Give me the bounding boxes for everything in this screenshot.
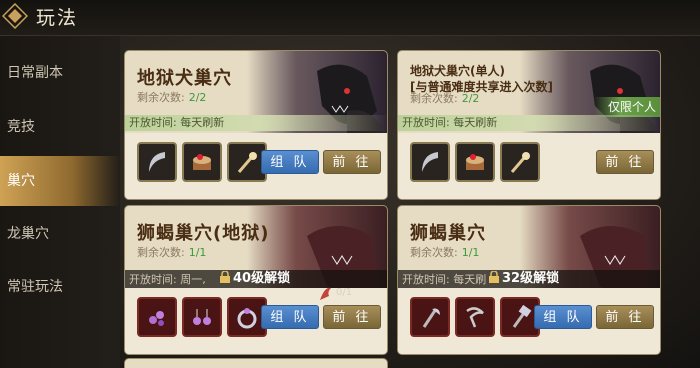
team-up-button[interactable]: 组 队: [261, 305, 319, 329]
reward-slot[interactable]: [500, 142, 540, 182]
sidebar: 日常副本 竞技 巢穴 龙巢穴 常驻玩法: [0, 36, 120, 368]
go-button[interactable]: 前 往: [323, 305, 381, 329]
remaining-count: 剩余次数: 2/2: [410, 92, 480, 105]
sidebar-item-nest[interactable]: 巢穴: [0, 156, 120, 206]
axe-icon: [422, 308, 440, 328]
cake-icon: [193, 154, 211, 170]
card-title: 狮蝎巢穴: [410, 223, 486, 244]
remaining-count: 剩余次数: 2/2: [137, 91, 207, 104]
counter-icon: [320, 287, 331, 300]
lock-icon: [220, 271, 230, 283]
gems-icon: [149, 311, 164, 326]
open-time: 开放时间: 每天刷新: [398, 115, 660, 131]
open-time: 开放时间: 每天刷新: [125, 115, 387, 131]
lock-bar: 开放时间: 周一, 40级解锁: [125, 270, 387, 288]
reward-slot[interactable]: [410, 297, 450, 337]
extra-counter: 0/1: [336, 287, 353, 298]
cake-icon: [466, 154, 484, 170]
remaining-count: 剩余次数: 1/1: [410, 246, 480, 259]
go-button[interactable]: 前 往: [323, 150, 381, 174]
nest-card-hellhound: 地狱犬巢穴 剩余次数: 2/2 开放时间: 每天刷新 组 队 前 往: [124, 50, 388, 200]
lock-label: 32级解锁: [489, 270, 559, 288]
nest-card-hellhound-solo: 地狱犬巢穴(单人) [与普通难度共享进入次数] 剩余次数: 2/2 仅限个人 开放时…: [397, 50, 661, 200]
sidebar-item-permanent-modes[interactable]: 常驻玩法: [0, 262, 120, 312]
open-time: 开放时间: 周一,: [129, 273, 206, 286]
remaining-count: 剩余次数: 1/1: [137, 246, 207, 259]
reward-slot[interactable]: [137, 142, 177, 182]
lock-icon: [489, 271, 499, 283]
reward-slot[interactable]: [410, 142, 450, 182]
card-title: 地狱犬巢穴: [137, 68, 232, 89]
reward-slot[interactable]: [455, 142, 495, 182]
card-footer: 组 队 前 往: [125, 133, 387, 199]
nest-card-manticore-hell: 狮蝎巢穴(地狱) 剩余次数: 1/1 开放时间: 周一, 40级解锁 组 队 前 …: [124, 205, 388, 355]
sidebar-item-arena[interactable]: 竞技: [0, 102, 120, 152]
go-button[interactable]: 前 往: [596, 305, 654, 329]
nest-card-manticore: 狮蝎巢穴 剩余次数: 1/1 开放时间: 每天刷 32级解锁 组 队 前 往: [397, 205, 661, 355]
top-bar: 玩法: [0, 0, 700, 36]
reward-slot[interactable]: [182, 297, 222, 337]
card-title: 狮蝎巢穴(地狱): [137, 223, 270, 244]
lock-bar: 开放时间: 每天刷 32级解锁: [398, 270, 660, 288]
go-button[interactable]: 前 往: [596, 150, 654, 174]
wand-icon: [237, 152, 257, 173]
page-title: 玩法: [36, 7, 79, 29]
sidebar-item-daily-dungeon[interactable]: 日常副本: [0, 48, 120, 98]
lock-label: 40级解锁: [220, 270, 290, 288]
claw-icon: [422, 152, 438, 172]
team-up-button[interactable]: 组 队: [534, 305, 592, 329]
card-footer: 前 往: [398, 133, 660, 199]
card-footer: 组 队 前 往: [398, 288, 660, 354]
team-up-button[interactable]: 组 队: [261, 150, 319, 174]
card-footer: 组 队 前 往: [125, 288, 387, 354]
reward-slot[interactable]: [137, 297, 177, 337]
sickle-icon: [466, 307, 484, 328]
ring-icon: [237, 308, 257, 329]
claw-icon: [149, 152, 165, 172]
wand-icon: [510, 152, 530, 173]
sidebar-item-dragon-nest[interactable]: 龙巢穴: [0, 209, 120, 259]
back-logo-icon[interactable]: [2, 3, 28, 29]
solo-only-badge: 仅限个人: [594, 97, 660, 117]
nest-card-partial: [124, 358, 388, 368]
reward-slot[interactable]: [182, 142, 222, 182]
open-time: 开放时间: 每天刷: [402, 273, 487, 286]
app-root: 玩法 日常副本 竞技 巢穴 龙巢穴 常驻玩法 地狱犬巢穴 剩余次数: 2/2 开放…: [0, 0, 700, 368]
reward-slot[interactable]: [455, 297, 495, 337]
earrings-icon: [193, 309, 211, 325]
hammer-icon: [512, 304, 532, 328]
